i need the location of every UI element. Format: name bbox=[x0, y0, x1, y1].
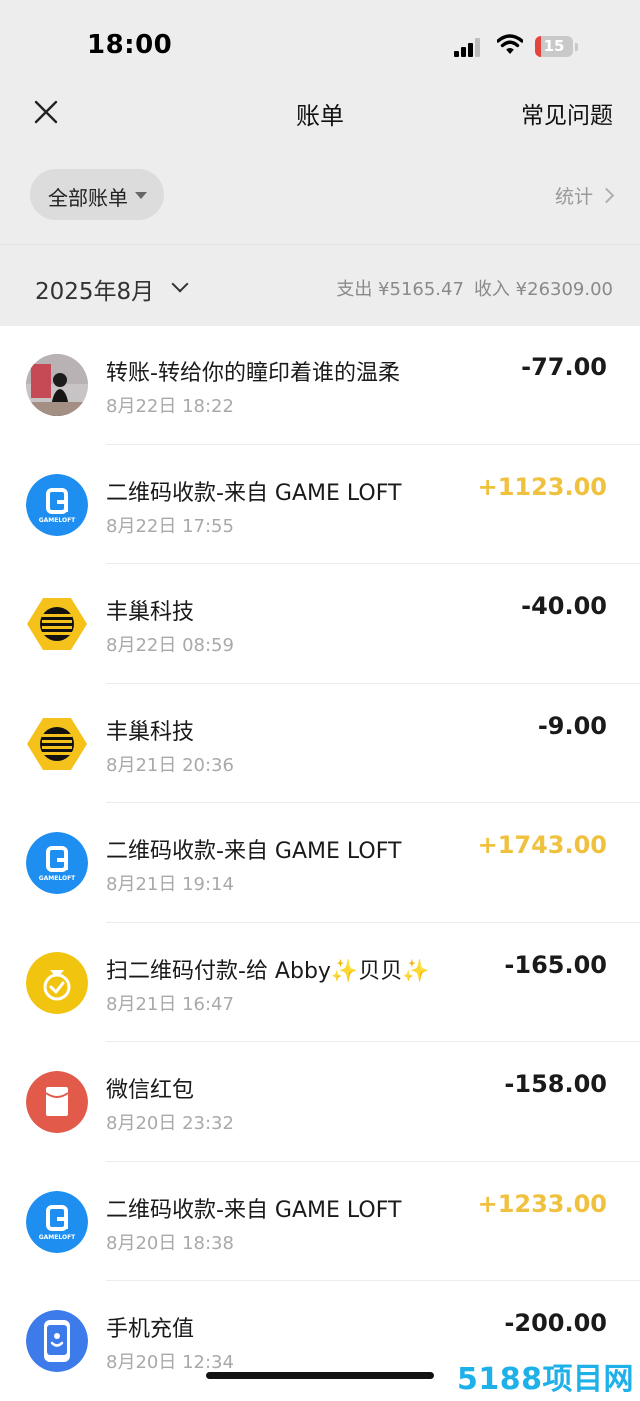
transaction-time: 8月21日 19:14 bbox=[106, 874, 234, 895]
faq-link[interactable]: 常见问题 bbox=[521, 96, 613, 130]
transaction-name: 二维码收款-来自 GAME LOFT bbox=[106, 839, 402, 864]
gameloft-logo-text: GAMELOFT bbox=[39, 875, 76, 882]
transaction-name: 微信红包 bbox=[106, 1078, 195, 1103]
wifi-icon bbox=[497, 34, 523, 54]
transaction-amount: +1233.00 bbox=[477, 1189, 607, 1218]
header-area: 18:00 15 账单 常见问题 全部账单 统计 2025年8月 支出 ¥516… bbox=[0, 0, 640, 326]
transaction-time: 8月20日 23:32 bbox=[106, 1113, 234, 1134]
home-indicator bbox=[206, 1372, 434, 1379]
gameloft-logo: GAMELOFT bbox=[26, 1190, 88, 1253]
transaction-time: 8月21日 16:47 bbox=[106, 993, 234, 1015]
transaction-time: 8月22日 08:59 bbox=[106, 635, 234, 656]
transaction-list: 转账-转给你的瞳印着谁的温柔 8月22日 18:22 -77.00 GAMELOFT 二… bbox=[0, 325, 640, 1401]
transaction-name: 扫二维码付款-给 Abby✨贝贝✨ bbox=[106, 958, 430, 984]
transaction-amount: -40.00 bbox=[521, 592, 607, 620]
transaction-time: 8月20日 18:38 bbox=[106, 1232, 234, 1254]
avatar bbox=[26, 354, 88, 416]
transaction-amount: -158.00 bbox=[504, 1070, 607, 1098]
fengchao-logo bbox=[26, 593, 88, 655]
chevron-down-icon[interactable] bbox=[171, 275, 189, 293]
battery-icon: 15 bbox=[535, 36, 573, 57]
transaction-item[interactable]: 扫二维码付款-给 Abby✨贝贝✨ 8月21日 16:47 -165.00 bbox=[0, 923, 640, 1043]
status-time: 18:00 bbox=[87, 30, 173, 60]
transaction-name: 丰巢科技 bbox=[106, 600, 195, 625]
gameloft-logo: GAMELOFT bbox=[26, 832, 88, 894]
transaction-name: 丰巢科技 bbox=[106, 719, 195, 745]
expense-total: 支出 ¥5165.47 bbox=[336, 279, 464, 300]
transaction-item[interactable]: 丰巢科技 8月21日 20:36 -9.00 bbox=[0, 684, 640, 804]
caret-down-icon bbox=[135, 192, 147, 199]
transaction-amount: -77.00 bbox=[521, 353, 607, 381]
transaction-amount: -200.00 bbox=[504, 1309, 607, 1337]
bill-filter-label: 全部账单 bbox=[48, 186, 128, 210]
battery-tip bbox=[575, 43, 578, 51]
transaction-amount: -9.00 bbox=[537, 711, 607, 740]
transaction-name: 二维码收款-来自 GAME LOFT bbox=[106, 480, 402, 506]
transaction-time: 8月21日 20:36 bbox=[106, 754, 234, 776]
fengchao-logo bbox=[26, 713, 88, 775]
stats-link[interactable]: 统计 bbox=[554, 182, 615, 209]
transaction-name: 手机充值 bbox=[106, 1317, 195, 1342]
transaction-name: 二维码收款-来自 GAME LOFT bbox=[106, 1197, 402, 1223]
transaction-time: 8月20日 12:34 bbox=[106, 1352, 234, 1373]
phone-recharge-icon bbox=[26, 1310, 88, 1372]
red-packet-icon bbox=[26, 1071, 88, 1133]
cellular-signal-icon bbox=[454, 37, 484, 57]
transaction-amount: +1123.00 bbox=[477, 472, 607, 501]
battery-level: 15 bbox=[543, 37, 565, 55]
transaction-name: 转账-转给你的瞳印着谁的温柔 bbox=[106, 361, 400, 386]
bill-filter-dropdown[interactable]: 全部账单 bbox=[30, 169, 164, 220]
transaction-item[interactable]: GAMELOFT 二维码收款-来自 GAME LOFT 8月22日 17:55 +11… bbox=[0, 445, 640, 565]
transaction-item[interactable]: 转账-转给你的瞳印着谁的温柔 8月22日 18:22 -77.00 bbox=[0, 325, 640, 445]
period-summary: 支出 ¥5165.47 收入 ¥26309.00 bbox=[326, 275, 613, 301]
watermark: 5188项目网 bbox=[457, 1362, 634, 1397]
transaction-item[interactable]: 微信红包 8月20日 23:32 -158.00 bbox=[0, 1042, 640, 1162]
gameloft-logo-text: GAMELOFT bbox=[39, 1234, 76, 1241]
gameloft-logo: GAMELOFT bbox=[26, 473, 88, 536]
transaction-amount: +1743.00 bbox=[477, 831, 607, 859]
gameloft-logo-text: GAMELOFT bbox=[39, 517, 76, 524]
transaction-time: 8月22日 17:55 bbox=[106, 515, 234, 537]
transaction-time: 8月22日 18:22 bbox=[106, 396, 234, 417]
income-total: 收入 ¥26309.00 bbox=[473, 279, 613, 300]
transaction-amount: -165.00 bbox=[504, 950, 607, 979]
transaction-item[interactable]: GAMELOFT 二维码收款-来自 GAME LOFT 8月21日 19:14 +17… bbox=[0, 803, 640, 923]
money-bag-icon bbox=[26, 951, 88, 1014]
transaction-item[interactable]: GAMELOFT 二维码收款-来自 GAME LOFT 8月20日 18:38 +12… bbox=[0, 1162, 640, 1282]
month-selector[interactable]: 2025年8月 bbox=[35, 272, 154, 306]
period-bar: 2025年8月 支出 ¥5165.47 收入 ¥26309.00 bbox=[0, 244, 640, 326]
transaction-item[interactable]: 丰巢科技 8月22日 08:59 -40.00 bbox=[0, 564, 640, 684]
stats-label: 统计 bbox=[554, 186, 593, 208]
chevron-right-icon bbox=[598, 187, 615, 204]
